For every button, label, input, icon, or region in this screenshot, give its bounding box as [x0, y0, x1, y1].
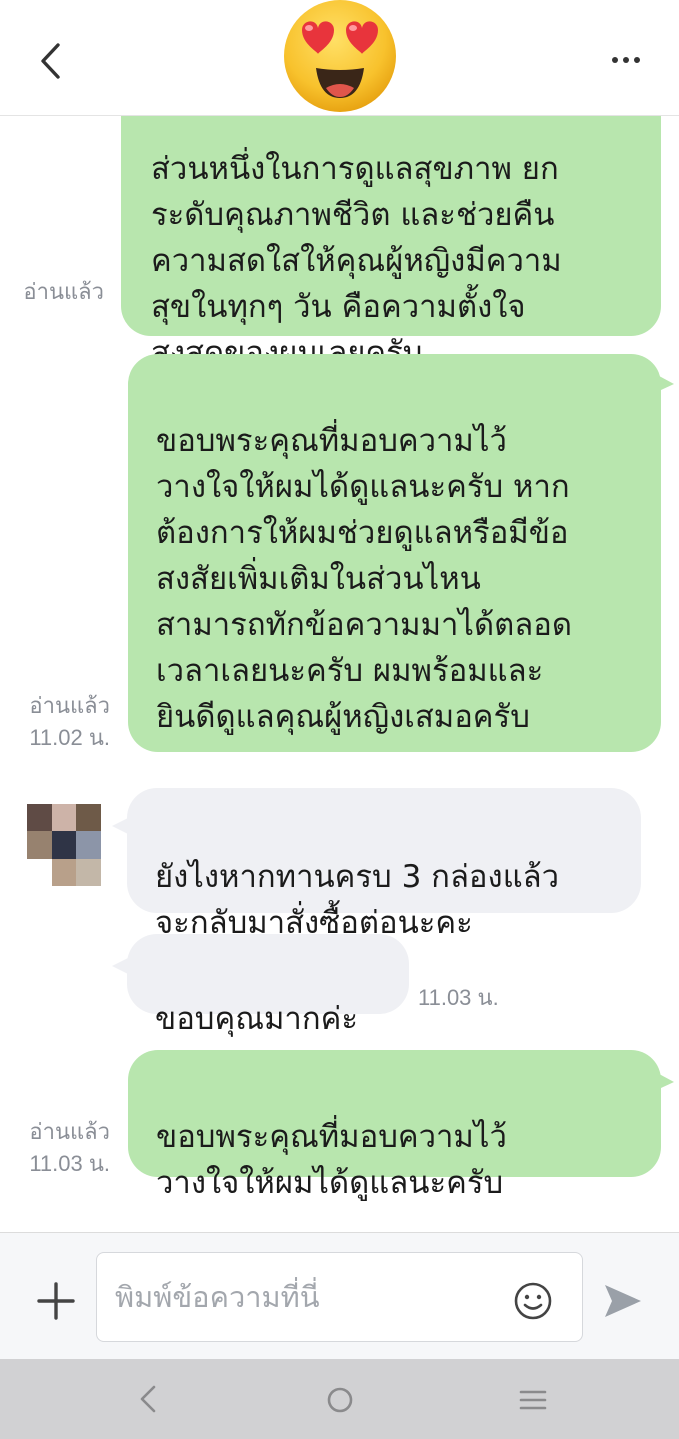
heart-eyes-emoji-icon[interactable] [276, 0, 404, 114]
outgoing-message-bubble[interactable]: ส่วนหนึ่งในการดูแลสุขภาพ ยก ระดับคุณภาพช… [121, 116, 661, 371]
avatar-pixel [27, 831, 52, 859]
message-time: 11.03 น. [418, 982, 518, 1014]
read-status-label: อ่านแล้ว [29, 1119, 110, 1144]
read-status-label: อ่านแล้ว [29, 693, 110, 718]
plus-icon [37, 1282, 75, 1320]
system-home-button[interactable] [325, 1385, 355, 1415]
message-text: ส่วนหนึ่งในการดูแลสุขภาพ ยก ระดับคุณภาพช… [151, 151, 562, 371]
triangle-back-icon [140, 1385, 156, 1413]
ellipsis-horizontal-icon [612, 57, 640, 63]
send-arrow-icon [605, 1285, 641, 1317]
outgoing-message-bubble[interactable]: ขอบพระคุณที่มอบความไว้ วางใจให้ผมได้ดูแล… [128, 354, 661, 825]
message-time: 11.03 น. [29, 1151, 110, 1176]
avatar-pixel [51, 858, 77, 886]
message-text: ขอบพระคุณที่มอบความไว้ วางใจให้ผมได้ดูแล… [156, 423, 573, 735]
sender-avatar[interactable] [27, 804, 101, 886]
message-read-status: อ่านแล้ว [6, 276, 104, 308]
message-text: ขอบคุณมากค่ะ [155, 1001, 358, 1037]
incoming-message-bubble[interactable]: ขอบคุณมากค่ะ [127, 934, 409, 1037]
avatar-pixel [51, 804, 77, 832]
avatar-pixel [76, 858, 101, 886]
avatar-pixel [27, 858, 52, 886]
avatar-pixel [76, 804, 101, 832]
read-status-label: อ่านแล้ว [23, 279, 104, 304]
message-time: 11.02 น. [29, 725, 110, 750]
message-meta: อ่านแล้ว 11.03 น. [8, 1116, 110, 1180]
message-meta: อ่านแล้ว 11.02 น. [8, 690, 110, 754]
system-back-button[interactable] [134, 1383, 162, 1415]
incoming-message-bubble[interactable]: ยังไงหากทานครบ 3 กล่องแล้ว จะกลับมาสั่งซ… [127, 788, 641, 941]
outgoing-message-bubble[interactable]: ขอบพระคุณที่มอบความไว้ วางใจให้ผมได้ดูแล… [128, 1050, 661, 1201]
message-text: ขอบพระคุณที่มอบความไว้ วางใจให้ผมได้ดูแล… [156, 1119, 507, 1201]
circle-home-icon [327, 1387, 353, 1413]
message-input-bar [0, 1232, 679, 1359]
avatar-pixel [27, 804, 52, 832]
chevron-left-icon [41, 43, 60, 79]
chat-message-list[interactable]: อ่านแล้ว ส่วนหนึ่งในการดูแลสุขภาพ ยก ระด… [0, 116, 679, 1232]
system-recents-button[interactable] [518, 1387, 548, 1413]
send-button[interactable] [602, 1281, 644, 1321]
system-navigation-bar [0, 1359, 679, 1439]
back-button[interactable] [30, 36, 74, 86]
message-input[interactable] [115, 1273, 495, 1321]
hamburger-menu-icon [519, 1390, 547, 1410]
attach-button[interactable] [34, 1279, 78, 1323]
emoji-button[interactable] [513, 1281, 553, 1321]
more-options-button[interactable] [600, 40, 656, 80]
message-time-label: 11.03 น. [418, 985, 499, 1010]
chat-header [0, 0, 679, 116]
smiley-outline-icon [514, 1282, 552, 1320]
message-text: ยังไงหากทานครบ 3 กล่องแล้ว จะกลับมาสั่งซ… [155, 859, 560, 941]
avatar-pixel [76, 831, 101, 859]
message-field[interactable] [96, 1252, 583, 1342]
avatar-pixel [51, 831, 77, 859]
